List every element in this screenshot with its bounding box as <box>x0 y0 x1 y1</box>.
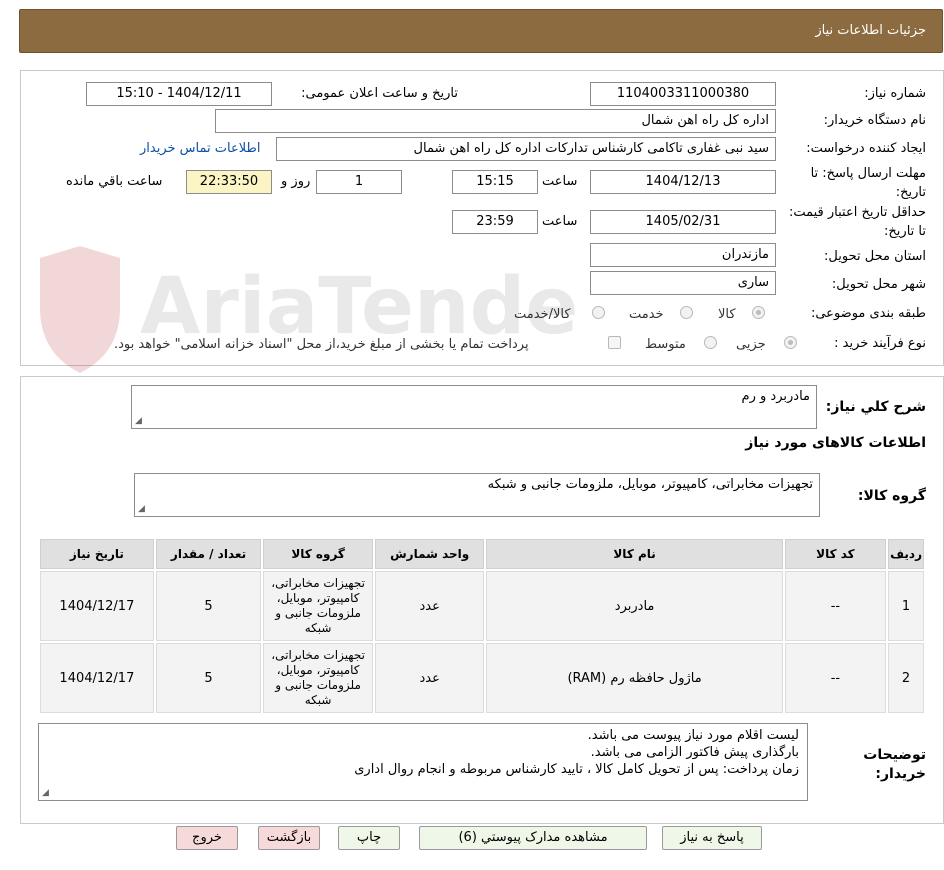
cell-row: 1 <box>888 571 924 641</box>
cell-unit: عدد <box>374 571 485 641</box>
buyer-notes-label-line1: توضیحات <box>863 747 926 763</box>
validity-hour-label: ساعت <box>542 214 578 229</box>
province-label: استان محل تحویل: <box>824 249 926 264</box>
description-text: مادربرد و رم <box>741 389 810 404</box>
title-bar: جزئیات اطلاعات نیاز <box>19 9 943 53</box>
city-label: شهر محل تحویل: <box>831 277 926 292</box>
category-goods-radio[interactable] <box>752 306 765 319</box>
col-unit: واحد شمارش <box>374 539 485 569</box>
category-service-label: خدمت <box>629 307 664 322</box>
province-field: مازندران <box>590 243 776 267</box>
category-goods-label: کالا <box>718 307 736 322</box>
days-field: 1 <box>316 170 402 194</box>
remaining-time-field: 22:33:50 <box>186 170 272 194</box>
deadline-label: مهلت ارسال پاسخ: تا تاریخ: <box>810 166 926 200</box>
view-attachments-button[interactable]: مشاهده مدارک پیوستي (6) <box>419 826 647 850</box>
exit-button[interactable]: خروج <box>176 826 238 850</box>
buyer-org-field: اداره کل راه اهن شمال <box>215 109 776 133</box>
treasury-bond-checkbox[interactable] <box>608 336 621 349</box>
goods-group-text: تجهیزات مخابراتی، کامپیوتر، موبایل، ملزو… <box>487 477 813 492</box>
days-label: روز و <box>281 174 311 189</box>
buyer-note-line: لیست اقلام مورد نیاز پیوست می باشد. <box>587 728 799 743</box>
cell-date: 1404/12/17 <box>40 571 154 641</box>
reply-button[interactable]: پاسخ به نیاز <box>662 826 762 850</box>
cell-code: -- <box>784 643 887 713</box>
resize-grip-icon: ◢ <box>135 416 142 426</box>
col-group: گروه کالا <box>263 539 373 569</box>
process-medium-label: متوسط <box>645 337 686 352</box>
deadline-date-field: 1404/12/13 <box>590 170 776 194</box>
cell-row: 2 <box>888 643 924 713</box>
buyer-note-line: زمان پرداخت: پس از تحویل کامل کالا ، تای… <box>354 762 799 777</box>
col-row: ردیف <box>888 539 924 569</box>
table-row: 2 -- ماژول حافظه رم (RAM) عدد تجهیزات مخ… <box>40 643 924 713</box>
announce-field: 1404/12/11 - 15:10 <box>86 82 272 106</box>
validity-date-field: 1405/02/31 <box>590 210 776 234</box>
payment-note: پرداخت تمام یا بخشی از مبلغ خرید،از محل … <box>114 337 529 352</box>
back-button[interactable]: بازگشت <box>258 826 320 850</box>
category-service-radio[interactable] <box>680 306 693 319</box>
buyer-notes-label-line2: خریدار: <box>875 766 926 782</box>
need-number-field: 1104003311000380 <box>590 82 776 106</box>
category-label: طبقه بندی موضوعی: <box>810 306 926 321</box>
goods-group-field[interactable]: تجهیزات مخابراتی، کامپیوتر، موبایل، ملزو… <box>134 473 820 517</box>
process-minor-radio[interactable] <box>784 336 797 349</box>
goods-table: ردیف کد کالا نام کالا واحد شمارش گروه کا… <box>38 537 926 715</box>
goods-group-label: گروه کالا: <box>857 488 926 504</box>
cell-name: ماژول حافظه رم (RAM) <box>486 643 783 713</box>
cell-group: تجهیزات مخابراتی، کامپیوتر، موبایل، ملزو… <box>263 571 373 641</box>
description-label: شرح کلي نیاز: <box>825 399 926 415</box>
cell-qty: 5 <box>155 643 262 713</box>
cell-code: -- <box>784 571 887 641</box>
process-label: نوع فرآیند خرید : <box>834 336 926 351</box>
print-button[interactable]: چاپ <box>338 826 400 850</box>
cell-qty: 5 <box>155 571 262 641</box>
need-number-label: شماره نیاز: <box>864 86 926 101</box>
deadline-time-field: 15:15 <box>452 170 538 194</box>
col-qty: تعداد / مقدار <box>155 539 262 569</box>
buyer-notes-label: توضیحات خریدار: <box>863 746 926 784</box>
creator-label: ایجاد کننده درخواست: <box>806 141 926 156</box>
city-field: ساری <box>590 271 776 295</box>
goods-info-title: اطلاعات کالاهای مورد نیاز <box>745 435 926 451</box>
resize-grip-icon: ◢ <box>138 504 145 514</box>
cell-group: تجهیزات مخابراتی، کامپیوتر، موبایل، ملزو… <box>263 643 373 713</box>
col-code: کد کالا <box>784 539 887 569</box>
resize-grip-icon: ◢ <box>42 788 49 798</box>
cell-date: 1404/12/17 <box>40 643 154 713</box>
page-title: جزئیات اطلاعات نیاز <box>815 23 926 38</box>
buyer-contact-link[interactable]: اطلاعات تماس خریدار <box>140 141 260 156</box>
col-name: نام کالا <box>486 539 783 569</box>
process-medium-radio[interactable] <box>704 336 717 349</box>
cell-unit: عدد <box>374 643 485 713</box>
validity-label: حداقل تاریخ اعتبار قیمت: تا تاریخ: <box>788 205 926 239</box>
table-header-row: ردیف کد کالا نام کالا واحد شمارش گروه کا… <box>40 539 924 569</box>
category-goods-service-radio[interactable] <box>592 306 605 319</box>
creator-field: سید نبی غفاری تاکامی کارشناس تدارکات ادا… <box>276 137 776 161</box>
buyer-org-label: نام دستگاه خریدار: <box>823 113 926 128</box>
table-row: 1 -- مادربرد عدد تجهیزات مخابراتی، کامپی… <box>40 571 924 641</box>
process-minor-label: جزیی <box>736 337 766 352</box>
description-field[interactable]: مادربرد و رم ◢ <box>131 385 817 429</box>
buyer-notes-field[interactable]: لیست اقلام مورد نیاز پیوست می باشد. بارگ… <box>38 723 808 801</box>
deadline-hour-label: ساعت <box>542 174 578 189</box>
remaining-label: ساعت باقي مانده <box>66 174 163 189</box>
buyer-note-line: بارگذاری پیش فاکتور الزامی می باشد. <box>590 745 799 760</box>
announce-label: تاریخ و ساعت اعلان عمومی: <box>301 86 458 101</box>
validity-time-field: 23:59 <box>452 210 538 234</box>
col-date: تاریخ نیاز <box>40 539 154 569</box>
category-goods-service-label: کالا/خدمت <box>514 307 571 322</box>
cell-name: مادربرد <box>486 571 783 641</box>
